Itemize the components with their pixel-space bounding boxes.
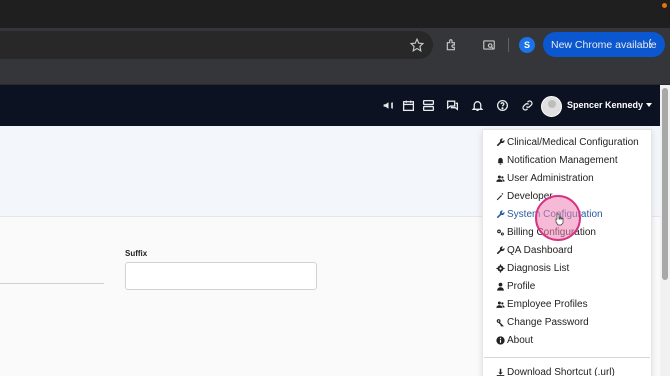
menu-item-qa-dashboard[interactable]: QA Dashboard <box>495 243 573 257</box>
bell-icon <box>495 155 505 165</box>
menu-item-about[interactable]: About <box>495 333 533 347</box>
address-bar[interactable] <box>0 31 433 59</box>
menu-item-label: Change Password <box>507 316 589 328</box>
extensions-icon[interactable] <box>444 37 460 53</box>
calendar-icon[interactable] <box>401 98 415 112</box>
menu-item-notification-management[interactable]: Notification Management <box>495 153 618 167</box>
menu-item-profile[interactable]: Profile <box>495 279 535 293</box>
layers-icon[interactable] <box>421 98 435 112</box>
menu-item-employee-profiles[interactable]: Employee Profiles <box>495 297 588 311</box>
cogs-icon <box>495 227 505 237</box>
link-icon[interactable] <box>520 98 534 112</box>
menu-item-user-administration[interactable]: User Administration <box>495 171 594 185</box>
menu-item-label: Diagnosis List <box>507 262 570 274</box>
wrench-icon <box>495 245 505 255</box>
input-underline <box>0 283 104 284</box>
page-scrollbar-thumb[interactable] <box>662 88 668 280</box>
chat-icon[interactable] <box>445 98 459 112</box>
menu-item-label: Download Shortcut (.url) <box>507 366 615 376</box>
tab-search-icon[interactable] <box>481 37 497 53</box>
browser-profile-avatar[interactable]: S <box>519 37 535 53</box>
menu-item-label: User Administration <box>507 172 594 184</box>
gear-icon <box>495 263 505 273</box>
suffix-label: Suffix <box>125 249 148 258</box>
bookmarks-bar <box>0 62 670 85</box>
info-icon <box>495 335 505 345</box>
update-button-label: New Chrome available <box>551 38 657 51</box>
users-icon <box>495 299 505 309</box>
key-icon <box>495 317 505 327</box>
suffix-input[interactable] <box>125 262 317 290</box>
menu-item-label: Clinical/Medical Configuration <box>507 136 639 148</box>
hand-cursor-icon <box>555 213 564 226</box>
chevron-down-icon[interactable] <box>646 103 652 107</box>
menu-item-label: Notification Management <box>507 154 618 166</box>
wrench-icon <box>495 137 505 147</box>
menu-item-label: Employee Profiles <box>507 298 588 310</box>
recording-indicator <box>662 3 667 8</box>
menu-item-label: About <box>507 334 534 346</box>
menu-item-label: Profile <box>507 280 536 292</box>
megaphone-icon[interactable] <box>381 98 395 112</box>
bell-icon[interactable] <box>470 98 484 112</box>
new-chrome-available-button[interactable]: New Chrome available ⋮ <box>543 32 665 57</box>
menu-item-diagnosis-list[interactable]: Diagnosis List <box>495 261 569 275</box>
menu-divider <box>484 357 650 358</box>
help-icon[interactable] <box>495 98 509 112</box>
menu-item-download-shortcut[interactable]: Download Shortcut (.url) <box>495 365 615 376</box>
magic-wand-icon <box>495 191 505 201</box>
browser-title-bar <box>0 0 670 28</box>
user-icon <box>495 281 505 291</box>
star-icon[interactable] <box>409 37 425 53</box>
download-icon <box>495 367 505 376</box>
toolbar-separator <box>508 38 509 52</box>
wrench-icon <box>495 209 505 219</box>
menu-item-clinical-medical-configuration[interactable]: Clinical/Medical Configuration <box>495 135 639 149</box>
more-vert-icon[interactable]: ⋮ <box>645 37 656 51</box>
users-icon <box>495 173 505 183</box>
user-avatar[interactable] <box>541 96 562 117</box>
menu-item-change-password[interactable]: Change Password <box>495 315 589 329</box>
screen: S New Chrome available ⋮ Spencer Kennedy… <box>0 0 670 376</box>
menu-item-label: QA Dashboard <box>507 244 573 256</box>
user-name[interactable]: Spencer Kennedy <box>567 100 643 110</box>
